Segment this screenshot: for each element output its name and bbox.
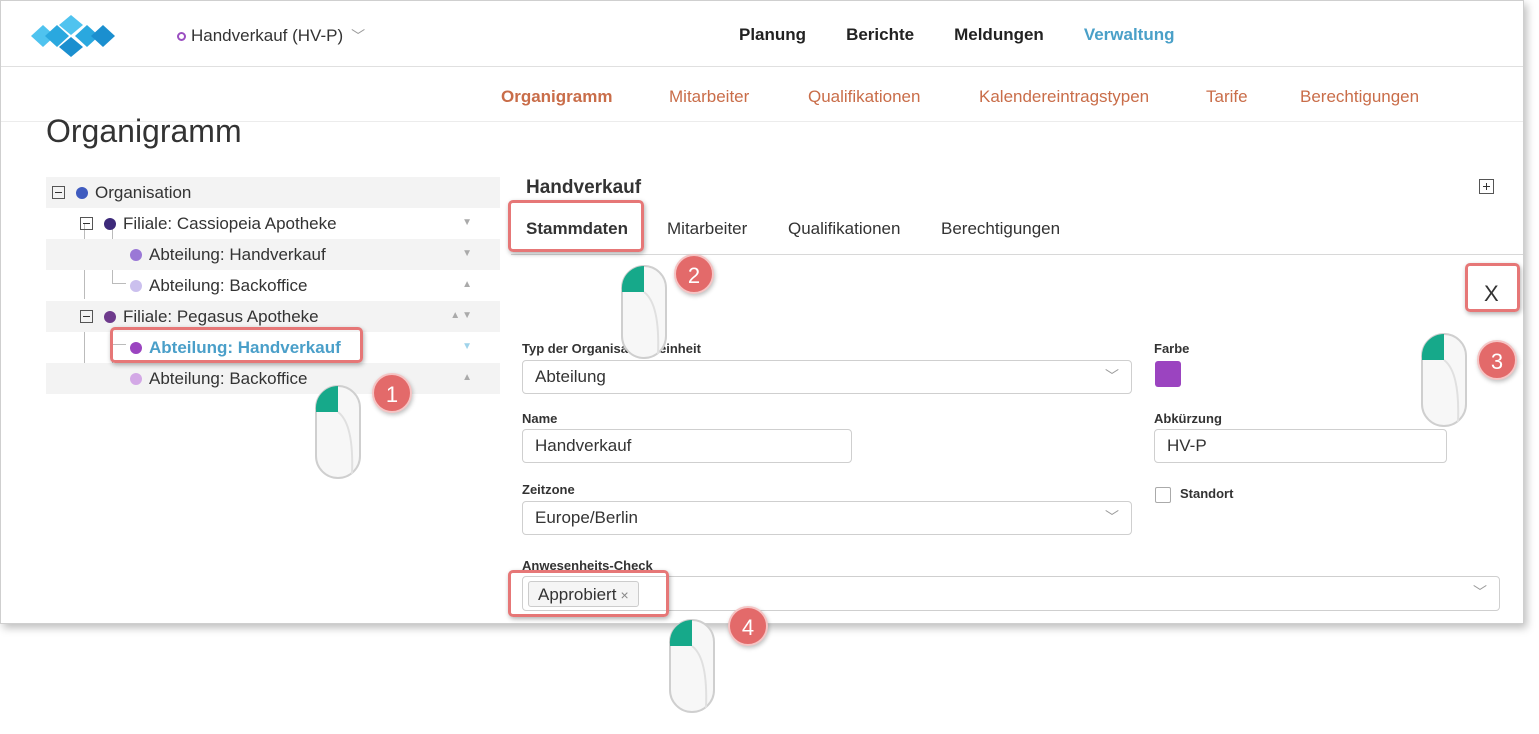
tree-node-label: Abteilung: Backoffice: [149, 368, 308, 388]
name-value: Handverkauf: [535, 436, 632, 455]
timezone-label: Zeitzone: [522, 482, 575, 497]
nav-meldungen[interactable]: Meldungen: [954, 25, 1044, 45]
panel-tabs: Stammdaten Mitarbeiter Qualifikationen B…: [511, 213, 1523, 255]
tree-node-abteilung-handverkauf-1[interactable]: Abteilung: Handverkauf ▼: [46, 239, 500, 270]
node-color-dot-icon: [104, 310, 116, 323]
step-badge-3: 3: [1477, 340, 1517, 380]
node-color-dot-icon: [130, 279, 142, 292]
tree-node-label: Filiale: Pegasus Apotheke: [123, 306, 319, 326]
timezone-select[interactable]: Europe/Berlin ﹀: [522, 501, 1132, 535]
nav-verwaltung[interactable]: Verwaltung: [1084, 25, 1175, 45]
name-input[interactable]: Handverkauf: [522, 429, 852, 463]
color-swatch[interactable]: [1155, 361, 1181, 387]
tab-berechtigungen[interactable]: Berechtigungen: [941, 219, 1060, 239]
move-up-icon[interactable]: ▲: [462, 372, 474, 383]
top-bar: Handverkauf (HV-P) ﹀ Planung Berichte Me…: [1, 1, 1523, 67]
mouse-click-icon: [315, 385, 361, 479]
highlight-chip: [508, 570, 669, 617]
node-color-dot-icon: [130, 372, 142, 385]
subnav-organigramm[interactable]: Organigramm: [501, 87, 612, 107]
tree-node-label: Organisation: [95, 182, 192, 202]
expand-icon[interactable]: [1479, 179, 1494, 194]
app-window: Handverkauf (HV-P) ﹀ Planung Berichte Me…: [0, 0, 1524, 624]
subnav-berechtigungen[interactable]: Berechtigungen: [1300, 87, 1419, 107]
collapse-icon[interactable]: [80, 310, 93, 323]
highlight-tree-node: [110, 327, 363, 363]
step-badge-1: 1: [372, 373, 412, 413]
move-down-icon[interactable]: ▼: [462, 341, 474, 352]
tree-node-abteilung-backoffice-2[interactable]: Abteilung: Backoffice ▲: [46, 363, 500, 394]
context-selector[interactable]: Handverkauf (HV-P) ﹀: [177, 26, 365, 46]
main-nav: Planung Berichte Meldungen Verwaltung: [739, 25, 1215, 45]
abbr-input[interactable]: HV-P: [1154, 429, 1447, 463]
node-color-dot-icon: [104, 217, 116, 230]
abbr-value: HV-P: [1167, 436, 1207, 455]
location-label: Standort: [1180, 486, 1234, 501]
tree-node-abteilung-backoffice-1[interactable]: Abteilung: Backoffice ▲: [46, 270, 500, 301]
move-down-icon[interactable]: ▼: [462, 248, 474, 259]
context-label: Handverkauf (HV-P): [191, 26, 344, 45]
type-label: Typ der Organisationseinheit: [522, 341, 701, 356]
step-badge-4: 4: [728, 606, 768, 646]
node-color-dot-icon: [130, 248, 142, 261]
page-title: Organigramm: [46, 113, 242, 149]
context-dot-icon: [177, 31, 186, 41]
subnav-qualifikationen[interactable]: Qualifikationen: [808, 87, 920, 107]
tab-mitarbeiter[interactable]: Mitarbeiter: [667, 219, 747, 239]
mouse-click-icon: [1421, 333, 1467, 427]
mouse-click-icon: [621, 265, 667, 359]
chevron-down-icon: ﹀: [1105, 509, 1119, 525]
nav-planung[interactable]: Planung: [739, 25, 806, 45]
move-up-down-icon[interactable]: ▲▼: [450, 310, 474, 321]
collapse-icon[interactable]: [80, 217, 93, 230]
tree-node-label: Abteilung: Backoffice: [149, 275, 308, 295]
tree-node-label: Abteilung: Handverkauf: [149, 244, 326, 264]
highlight-tab: [508, 200, 644, 252]
type-value: Abteilung: [535, 367, 606, 386]
panel-title: Handverkauf: [526, 177, 642, 198]
nav-berichte[interactable]: Berichte: [846, 25, 914, 45]
step-badge-2: 2: [674, 254, 714, 294]
move-down-icon[interactable]: ▼: [462, 217, 474, 228]
node-color-dot-icon: [76, 186, 88, 199]
chevron-down-icon: ﹀: [1473, 584, 1487, 600]
tree-node-label: Filiale: Cassiopeia Apotheke: [123, 213, 337, 233]
app-logo-icon[interactable]: [31, 15, 123, 57]
chevron-down-icon: ﹀: [1105, 368, 1119, 384]
color-label: Farbe: [1154, 341, 1190, 356]
subnav-mitarbeiter[interactable]: Mitarbeiter: [669, 87, 749, 107]
chevron-down-icon: ﹀: [351, 28, 366, 44]
highlight-close: [1465, 263, 1520, 312]
abbr-label: Abkürzung: [1154, 411, 1222, 426]
collapse-icon[interactable]: [52, 186, 65, 199]
timezone-value: Europe/Berlin: [535, 508, 639, 527]
location-checkbox[interactable]: [1155, 487, 1171, 503]
mouse-click-icon: [669, 619, 715, 713]
tab-qualifikationen[interactable]: Qualifikationen: [788, 219, 900, 239]
subnav-tarife[interactable]: Tarife: [1206, 87, 1248, 107]
move-up-icon[interactable]: ▲: [462, 279, 474, 290]
type-select[interactable]: Abteilung ﹀: [522, 360, 1132, 394]
tree-node-filiale-cassiopeia[interactable]: Filiale: Cassiopeia Apotheke ▼: [46, 208, 500, 239]
subnav-kalendereintragstypen[interactable]: Kalendereintragstypen: [979, 87, 1149, 107]
name-label: Name: [522, 411, 558, 426]
tree-node-organisation[interactable]: Organisation: [46, 177, 500, 208]
